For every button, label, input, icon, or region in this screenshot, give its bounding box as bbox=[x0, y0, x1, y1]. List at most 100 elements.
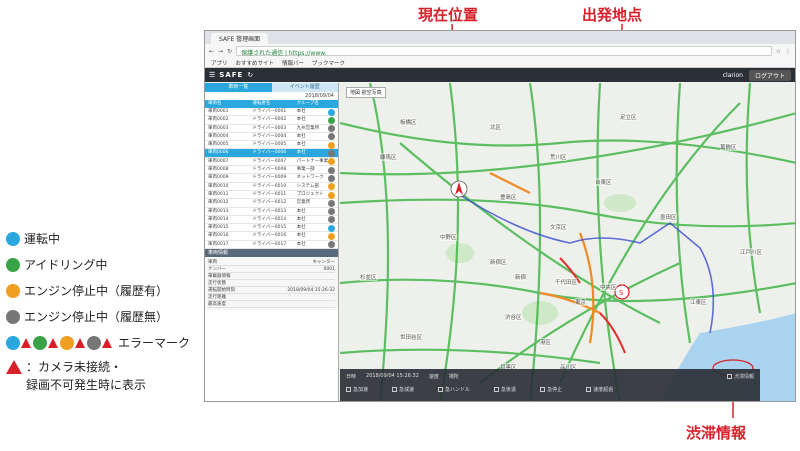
bookmark-item[interactable]: アプリ bbox=[211, 59, 228, 67]
bookmark-item[interactable]: ブックマーク bbox=[312, 59, 345, 67]
status-icon bbox=[328, 116, 335, 124]
filter-checkbox[interactable]: 急減速 bbox=[392, 386, 414, 393]
bar-label: 速度 bbox=[428, 374, 439, 380]
table-cell: ドライバー0017 bbox=[252, 241, 287, 247]
table-row[interactable]: 車両0011 ドライバー0011 プロジェクト bbox=[205, 191, 338, 200]
table-row[interactable]: 車両0017 ドライバー0017 本社 bbox=[205, 241, 338, 250]
table-header: 車両名 運転者名 グループ名 bbox=[205, 100, 338, 108]
filter-checkbox[interactable]: 急ハンドル bbox=[438, 386, 470, 393]
table-row[interactable]: 車両0001 ドライバー0001 本社 bbox=[205, 108, 338, 117]
legend-driving: 運転中 bbox=[6, 230, 60, 247]
filter-checkbox[interactable]: 急加速 bbox=[346, 386, 368, 393]
tab-event-history[interactable]: イベント履歴 bbox=[271, 83, 338, 92]
map-type-toggle[interactable]: 地図 航空写真 bbox=[346, 87, 386, 98]
stop-icon bbox=[6, 309, 20, 324]
status-icon bbox=[328, 233, 335, 241]
map-canvas[interactable]: S bbox=[340, 83, 796, 402]
table-row[interactable]: 車両0003 ドライバー0003 九州営業所 bbox=[205, 125, 338, 133]
table-row[interactable]: 車両0009 ドライバー0009 ネットワーク bbox=[205, 174, 338, 183]
table-cell: ドライバー0005 bbox=[252, 142, 287, 148]
app-header: ☰ SAFE ↻ clarion ログアウト bbox=[205, 68, 795, 82]
checkbox[interactable] bbox=[726, 374, 732, 379]
table-cell: 車両0012 bbox=[208, 200, 229, 206]
detail-line: 車載器情報 bbox=[208, 273, 335, 281]
table-row[interactable]: 車両0015 ドライバー0015 本社 bbox=[205, 224, 338, 233]
detail-line: 走行状態 bbox=[208, 280, 335, 288]
back-icon[interactable]: ← bbox=[209, 48, 214, 55]
map-place-label: 豊島区 bbox=[500, 193, 517, 201]
table-cell: 車両0015 bbox=[208, 225, 229, 231]
table-cell: ドライバー0006 bbox=[252, 150, 287, 156]
map-place-label: 文京区 bbox=[550, 223, 567, 231]
detail-key: 車両 bbox=[208, 260, 217, 266]
table-cell: 車両0006 bbox=[208, 150, 229, 156]
stop-history-icon bbox=[6, 283, 20, 298]
url-input[interactable]: 保護された通信 | https://www. bbox=[236, 46, 772, 57]
table-cell: 車両0013 bbox=[208, 208, 229, 214]
detail-key: ナンバー bbox=[208, 267, 226, 273]
star-icon[interactable]: ☆ bbox=[776, 48, 781, 55]
table-row[interactable]: 車両0007 ドライバー0007 パートナー事業 bbox=[205, 158, 338, 167]
warning-icon bbox=[21, 337, 31, 348]
legend-engine-stopped-no-history: エンジン停止中（履歴無） bbox=[6, 308, 168, 325]
table-cell: ドライバー0011 bbox=[252, 191, 287, 197]
table-row[interactable]: 車両0014 ドライバー0014 本社 bbox=[205, 216, 338, 225]
detail-section: 車両 キャンター ナンバー 0001 車載器情報 走行状態 運転開始時刻 2018/09/04… bbox=[205, 257, 338, 311]
menu-icon[interactable]: ⋮ bbox=[785, 48, 791, 55]
column-header[interactable]: 車両名 bbox=[205, 100, 249, 108]
annotation-start-point: 出発地点 bbox=[582, 6, 643, 24]
traffic-info-toggle[interactable]: 渋滞情報 bbox=[726, 373, 754, 380]
table-cell: 車両0010 bbox=[208, 183, 229, 189]
stop-history-icon bbox=[60, 335, 74, 350]
status-icon bbox=[328, 199, 335, 207]
table-row[interactable]: 車両0004 ドライバー0004 本社 bbox=[205, 133, 338, 142]
bookmark-item[interactable]: おすすめサイト bbox=[236, 59, 275, 67]
app-logo: SAFE bbox=[219, 71, 244, 79]
map-place-label: 中央区 bbox=[600, 283, 617, 291]
tab-vehicle-list[interactable]: 車両一覧 bbox=[205, 83, 272, 92]
table-cell: ドライバー0009 bbox=[252, 175, 287, 181]
table-cell: 車両0016 bbox=[208, 233, 229, 239]
table-cell: ドライバー0013 bbox=[252, 208, 287, 214]
table-cell: 車両0008 bbox=[208, 167, 229, 173]
table-row[interactable]: 車両0006 ドライバー0006 本社 bbox=[205, 149, 338, 158]
date-picker[interactable]: 2018/09/04 bbox=[205, 92, 338, 100]
table-row[interactable]: 車両0016 ドライバー0016 本社 bbox=[205, 232, 338, 241]
tab-bar: SAFE 管理画面 bbox=[205, 31, 795, 44]
browser-tab[interactable]: SAFE 管理画面 bbox=[211, 33, 269, 44]
map-place-label: 港区 bbox=[540, 338, 552, 346]
filter-checkbox[interactable]: 急停止 bbox=[540, 386, 562, 393]
forward-icon[interactable]: → bbox=[218, 48, 223, 55]
table-cell: 車両0001 bbox=[208, 109, 229, 114]
table-row[interactable]: 車両0008 ドライバー0008 事業一部 bbox=[205, 166, 338, 175]
detail-key: 最高速度 bbox=[208, 302, 226, 308]
detail-key: 走行状態 bbox=[208, 281, 226, 287]
warning-icon bbox=[102, 337, 112, 348]
column-header[interactable]: グループ名 bbox=[294, 100, 338, 108]
table-cell: ドライバー0012 bbox=[252, 200, 287, 206]
refresh-icon[interactable]: ↻ bbox=[247, 71, 253, 79]
logout-button[interactable]: ログアウト bbox=[748, 69, 791, 81]
table-cell: 車両0017 bbox=[208, 241, 229, 247]
map-place-label: 東京 bbox=[575, 298, 587, 306]
hamburger-icon[interactable]: ☰ bbox=[209, 71, 215, 79]
table-cell: ドライバー0008 bbox=[252, 167, 287, 173]
map-place-label: 板橋区 bbox=[400, 118, 417, 126]
filter-checkbox[interactable]: 速度超過 bbox=[586, 386, 613, 393]
bookmark-item[interactable]: 情報バー bbox=[282, 59, 304, 67]
table-row[interactable]: 車両0013 ドライバー0013 本社 bbox=[205, 208, 338, 216]
map-view[interactable]: S 新宿区 渋谷区 港区 千代田区 台東区 江東区 墨田区 練馬区 板橋区 北区 荒川区 足立区 葛飾区… bbox=[340, 83, 796, 402]
table-cell: 車両0007 bbox=[208, 158, 229, 164]
table-row[interactable]: 車両0002 ドライバー0002 本社 bbox=[205, 116, 338, 125]
map-place-label: 練馬区 bbox=[380, 153, 397, 161]
detail-key: 車載器情報 bbox=[208, 274, 231, 280]
table-row[interactable]: 車両0005 ドライバー0005 本社 bbox=[205, 141, 338, 150]
reload-icon[interactable]: ↻ bbox=[227, 48, 232, 55]
table-cell: 車両0009 bbox=[208, 175, 229, 181]
map-place-label: 千代田区 bbox=[555, 278, 578, 286]
table-row[interactable]: 車両0012 ドライバー0012 営業所 bbox=[205, 199, 338, 208]
column-header[interactable]: 運転者名 bbox=[249, 100, 293, 108]
table-row[interactable]: 車両0010 ドライバー0010 システム部 bbox=[205, 183, 338, 191]
filter-checkbox[interactable]: 急後退 bbox=[494, 386, 516, 393]
map-place-label: 葛飾区 bbox=[720, 143, 737, 151]
